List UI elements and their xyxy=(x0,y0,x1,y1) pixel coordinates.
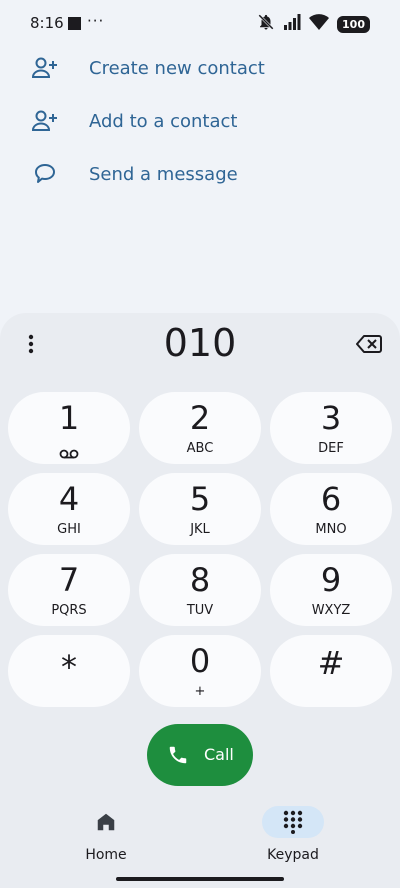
key-letters: MNO xyxy=(315,522,347,537)
key-hash[interactable]: # xyxy=(270,635,392,707)
home-icon xyxy=(75,806,137,838)
key-digit: # xyxy=(317,644,345,682)
person-add-icon xyxy=(30,106,60,136)
key-digit: 6 xyxy=(320,480,342,518)
key-digit: 1 xyxy=(58,399,80,437)
key-7[interactable]: 7 PQRS xyxy=(8,554,130,626)
key-letters: WXYZ xyxy=(311,603,351,618)
key-letters: ABC xyxy=(186,441,214,456)
status-time: 8:16 xyxy=(30,14,64,32)
key-letters: TUV xyxy=(186,603,214,618)
add-to-contact-item[interactable]: Add to a contact xyxy=(0,95,400,147)
key-digit: 4 xyxy=(58,480,80,518)
notifications-off-icon xyxy=(257,13,275,35)
phone-icon xyxy=(167,744,189,770)
key-6[interactable]: 6 MNO xyxy=(270,473,392,545)
dialpad-icon xyxy=(262,806,324,838)
nav-home[interactable]: Home xyxy=(60,806,152,866)
nav-home-label: Home xyxy=(85,847,127,863)
key-3[interactable]: 3 DEF xyxy=(270,392,392,464)
key-letters: + xyxy=(194,684,206,699)
more-options-button[interactable] xyxy=(20,331,42,357)
gesture-home-indicator[interactable] xyxy=(116,877,284,881)
send-message-label: Send a message xyxy=(89,163,238,185)
key-digit: 2 xyxy=(189,399,211,437)
person-add-icon xyxy=(30,53,60,83)
key-star[interactable]: * xyxy=(8,635,130,707)
battery-icon: 100 xyxy=(337,15,370,33)
more-vert-icon xyxy=(28,334,34,354)
send-message-item[interactable]: Send a message xyxy=(0,148,400,200)
key-digit: 5 xyxy=(189,480,211,518)
key-digit: 8 xyxy=(189,561,211,599)
key-5[interactable]: 5 JKL xyxy=(139,473,261,545)
key-letters: GHI xyxy=(57,522,81,537)
nav-keypad[interactable]: Keypad xyxy=(247,806,339,866)
dialed-number[interactable]: 010 xyxy=(100,320,300,366)
key-0[interactable]: 0 + xyxy=(139,635,261,707)
status-icons: 100 xyxy=(257,13,370,35)
status-bar: 8:16 ··· 100 xyxy=(0,0,400,48)
backspace-button[interactable] xyxy=(352,331,386,357)
notification-square-icon xyxy=(68,17,81,30)
call-button[interactable]: Call xyxy=(147,724,253,786)
key-digit: 9 xyxy=(320,561,342,599)
call-label: Call xyxy=(204,745,234,764)
voicemail-icon xyxy=(59,444,79,463)
add-to-contact-label: Add to a contact xyxy=(89,110,238,132)
key-letters: DEF xyxy=(318,441,344,456)
key-2[interactable]: 2 ABC xyxy=(139,392,261,464)
key-letters: JKL xyxy=(190,522,210,537)
key-8[interactable]: 8 TUV xyxy=(139,554,261,626)
key-9[interactable]: 9 WXYZ xyxy=(270,554,392,626)
key-digit: 0 xyxy=(189,642,211,680)
nav-keypad-label: Keypad xyxy=(267,847,319,863)
create-new-contact-item[interactable]: Create new contact xyxy=(0,42,400,94)
create-new-contact-label: Create new contact xyxy=(89,57,265,79)
key-1[interactable]: 1 xyxy=(8,392,130,464)
key-4[interactable]: 4 GHI xyxy=(8,473,130,545)
signal-icon xyxy=(283,14,301,34)
key-digit: * xyxy=(61,648,77,686)
key-digit: 7 xyxy=(58,561,80,599)
more-notifications-icon: ··· xyxy=(87,12,105,30)
backspace-icon xyxy=(356,335,382,353)
wifi-icon xyxy=(309,14,330,34)
key-letters: PQRS xyxy=(51,603,87,618)
message-icon xyxy=(30,159,60,189)
key-digit: 3 xyxy=(320,399,342,437)
